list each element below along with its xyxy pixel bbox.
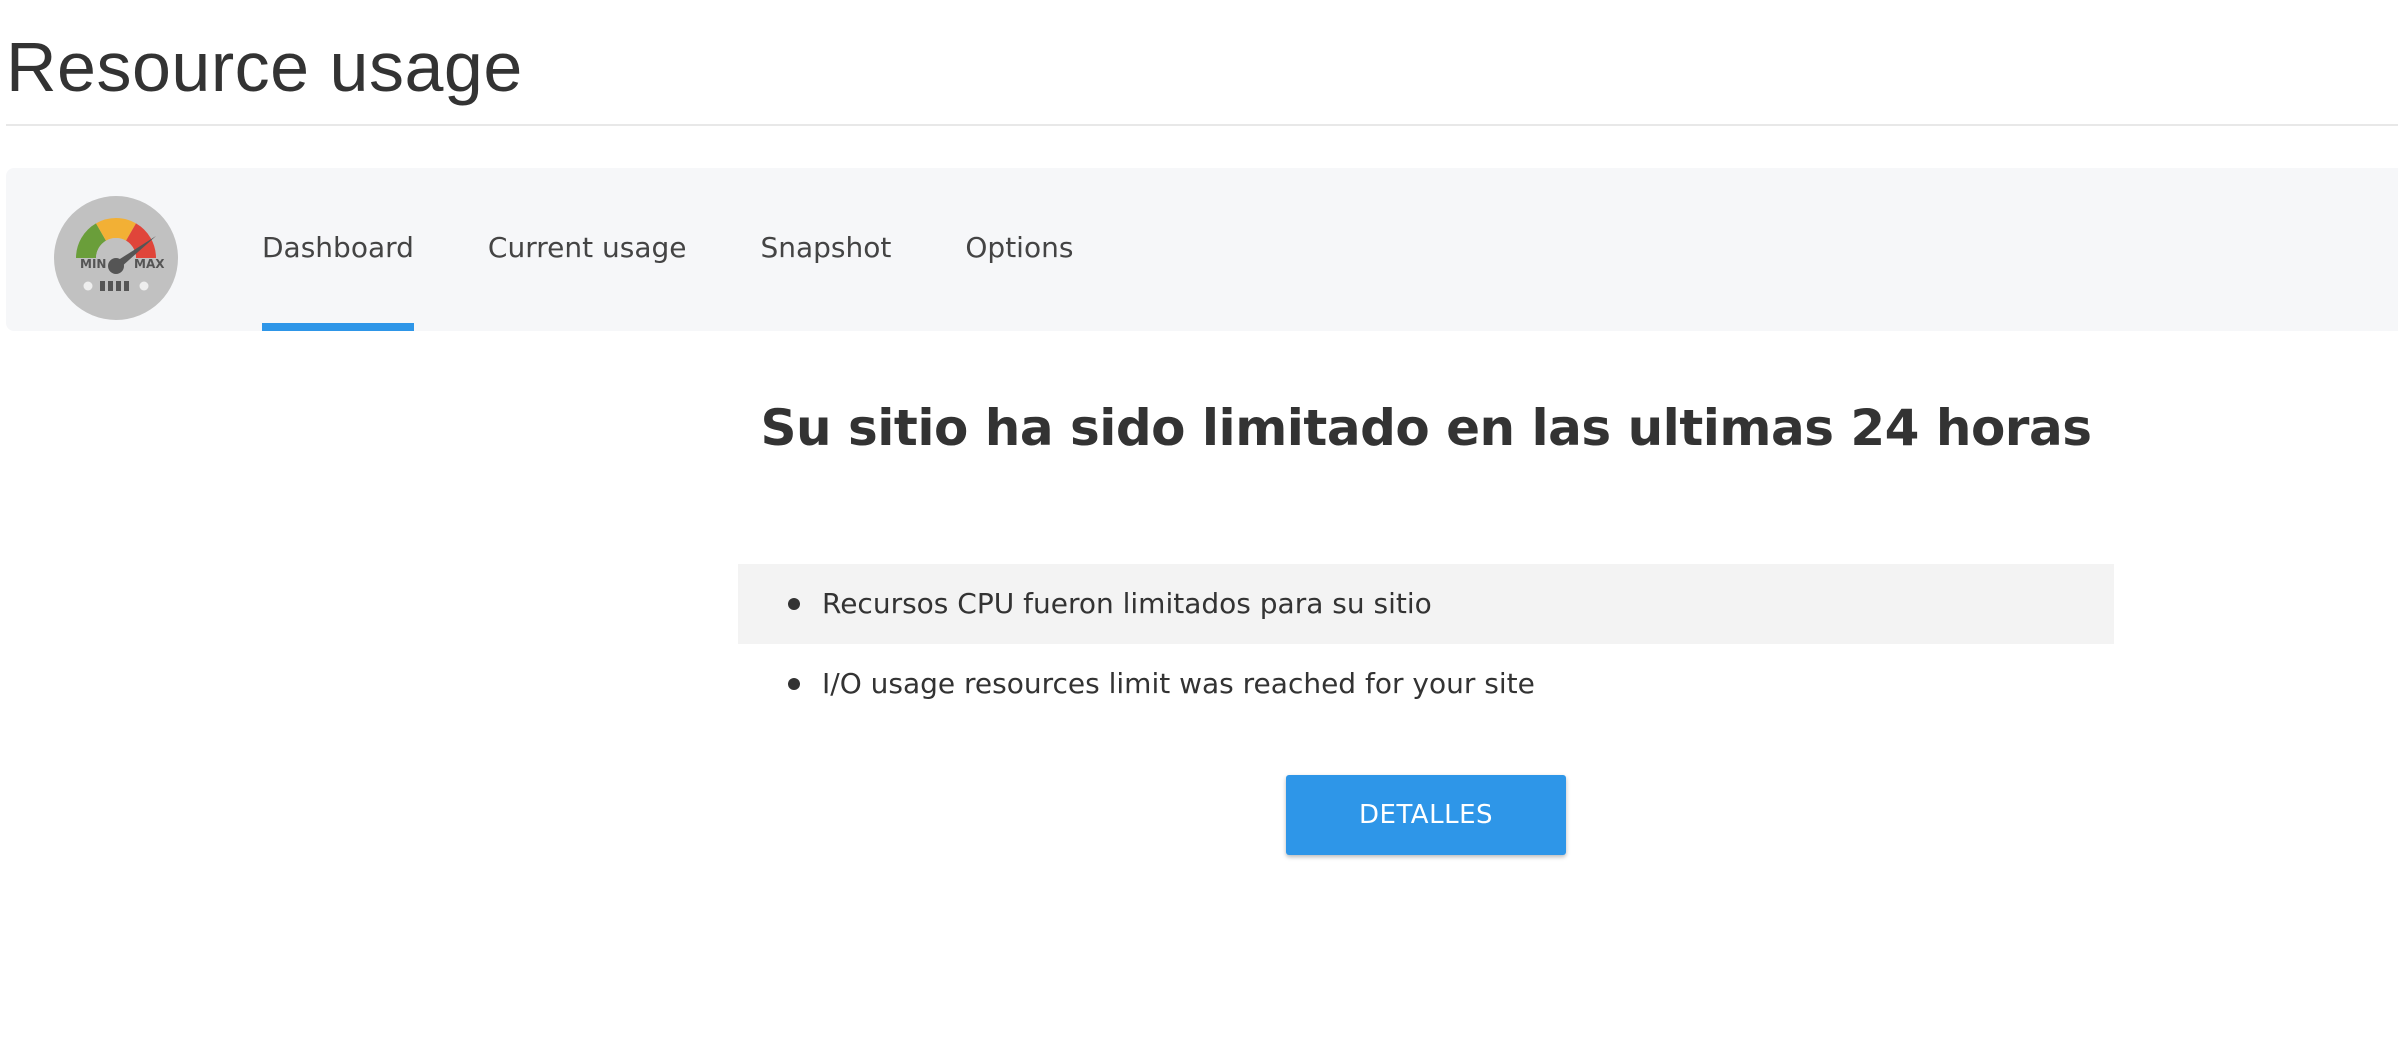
limit-headline: Su sitio ha sido limitado en las ultimas… (760, 399, 2092, 457)
list-item: I/O usage resources limit was reached fo… (738, 644, 2114, 724)
dashboard-content: Su sitio ha sido limitado en las ultimas… (738, 392, 2114, 855)
page-header: Resource usage (6, 22, 2398, 126)
gauge-icon: MIN MAX (54, 196, 178, 320)
tab-snapshot[interactable]: Snapshot (760, 168, 891, 331)
limits-list: Recursos CPU fueron limitados para su si… (738, 564, 2114, 724)
tabs: Dashboard Current usage Snapshot Options (262, 168, 1073, 331)
limit-text: I/O usage resources limit was reached fo… (822, 667, 1535, 700)
bullet-icon (788, 678, 800, 690)
list-item: Recursos CPU fueron limitados para su si… (738, 564, 2114, 644)
tab-bar: MIN MAX Dashboard Current usage Snapshot… (6, 168, 2398, 331)
limit-text: Recursos CPU fueron limitados para su si… (822, 587, 1432, 620)
details-button[interactable]: DETALLES (1286, 775, 1566, 855)
gauge-max-label: MAX (134, 257, 165, 271)
page-title: Resource usage (6, 28, 523, 106)
tab-options[interactable]: Options (965, 168, 1073, 331)
tab-current-usage[interactable]: Current usage (488, 168, 687, 331)
tab-dashboard[interactable]: Dashboard (262, 168, 414, 331)
bullet-icon (788, 598, 800, 610)
gauge-min-label: MIN (80, 257, 106, 271)
